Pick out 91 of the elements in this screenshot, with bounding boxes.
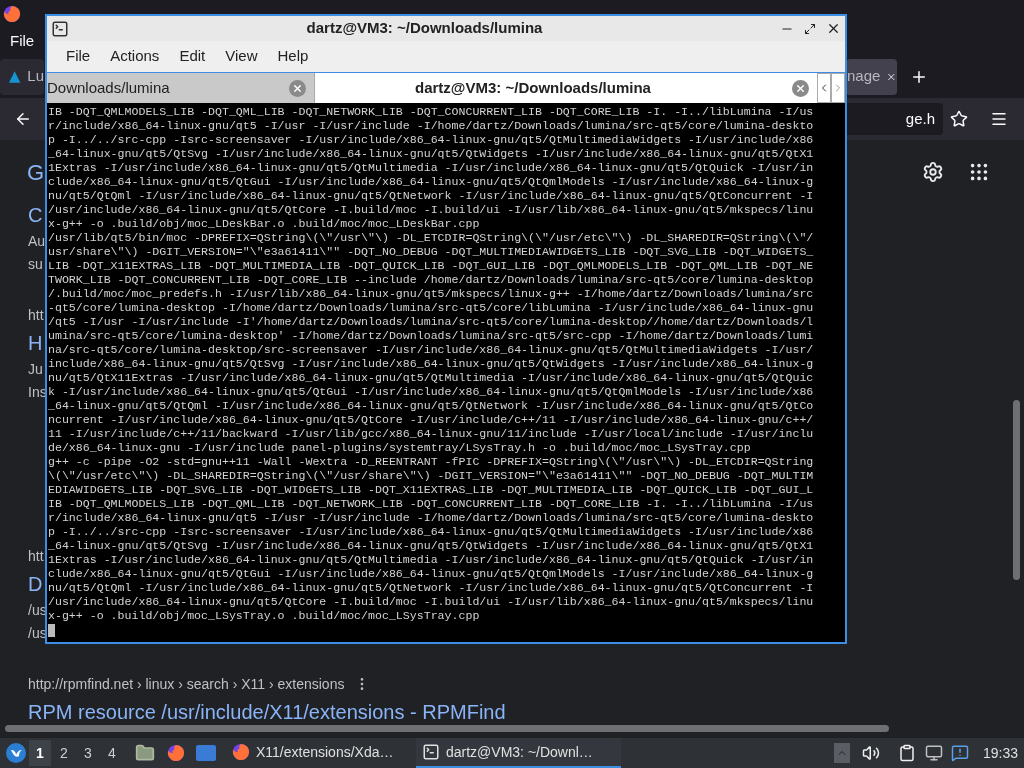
settings-icon[interactable] (922, 161, 944, 183)
terminal-line: TWORK_LIB -DQT_CONCURRENT_LIB -DQT_CORE_LIB --include /home/dartz/Downloads/lumina/src-qt5/core/lumina-desktop (48, 273, 814, 287)
terminal-line: na/src-qt5/core/lumina-desktop/src-screensaver -I/usr/include/x86_64-linux-gnu/qt5/QtMultimediaWidgets -I/usr/ (48, 343, 814, 357)
terminal-line: /usr/include/x86_64-linux-gnu/qt5/QtCore -I.build/moc -I.build/ui -I/usr/lib/x86_64-linux-gnu/qt5/mkspecs/linu (48, 203, 814, 217)
start-menu-icon[interactable] (5, 742, 27, 764)
terminal-line: \(\"/usr/etc\"\) -DL_SHAREDIR=QString\(\"/usr/share\"\) -DGIT_VERSION="\"e3a61411\"" -DQT_NO_DEBUG -DQT_MULTIM (48, 469, 814, 483)
result-title[interactable]: H (28, 329, 43, 357)
terminal-line: /.build/moc/moc_predefs.h -I/usr/lib/x86_64-linux-gnu/qt5/mkspecs/linux-g++ -I/home/dartz/Downloads/lumina/src (48, 287, 814, 301)
terminal-line: nu/qt5/QtQml -I/usr/include/x86_64-linux-gnu/qt5/QtNetwork -I/usr/include/x86_64-linux-gnu/qt5/QtConcurrent -I (48, 581, 814, 595)
terminal-line: p -I../../src-cpp -Isrc-screensaver -I/usr/include/x86_64-linux-gnu/qt5/QtMultimediaWidgets -I/usr/include/x86 (48, 525, 814, 539)
terminal-icon (422, 743, 440, 761)
taskbar-task[interactable]: X11/extensions/Xda… (226, 738, 416, 768)
menu-item[interactable]: Help (267, 45, 319, 68)
workspace-button[interactable]: 3 (77, 740, 99, 766)
terminal-tab[interactable]: Downloads/lumina (47, 73, 315, 103)
menu-item[interactable]: File (10, 30, 35, 53)
terminal-line: 1Extras -I/usr/include/x86_64-linux-gnu/qt5/QtMultimedia -I/usr/include/x86_64-linux-gnu/qt5/QtQuick -I/usr/in (48, 161, 814, 175)
terminal-line: include/x86_64-linux-gnu/qt5/QtSvg -I/usr/include/x86_64-linux-gnu/qt5/QtWidgets -I/usr/include/x86_64-linux-g (48, 357, 814, 371)
terminal-line: 1Extras -I/usr/include/x86_64-linux-gnu/qt5/QtMultimedia -I/usr/include/x86_64-linux-gnu/qt5/QtQuick -I/usr/in (48, 553, 814, 567)
close-tab-icon[interactable] (792, 79, 809, 97)
terminal-line: -qt5/core/lumina-desktop -I/home/dartz/Downloads/lumina/src-qt5/core/libLumina -I/usr/include/x86_64-linux-gnu (48, 301, 814, 315)
terminal-line: clude/x86_64-linux-gnu/qt5/QtGui -I/usr/include/x86_64-linux-gnu/qt5/QtQmlModels -I/usr/include/x86_64-linux-g (48, 175, 814, 189)
terminal-line: x-g++ -o .build/obj/moc_LSysTray.o .build/moc/moc_LSysTray.cpp (48, 609, 480, 623)
scroll-tabs-left-button[interactable] (817, 73, 831, 103)
horizontal-scrollbar-thumb[interactable] (5, 725, 889, 732)
terminal-line: clude/x86_64-linux-gnu/qt5/QtGui -I/usr/include/x86_64-linux-gnu/qt5/QtQmlModels -I/usr/include/x86_64-linux-g (48, 567, 814, 581)
triangle-logo-icon (8, 69, 22, 84)
terminal-icon (51, 19, 69, 38)
terminal-line: _64-linux-gnu/qt5/QtQml -I/usr/include/x86_64-linux-gnu/qt5/QtNetwork -I/usr/include/x86_64-linux-gnu/qt5/QtCo (48, 399, 814, 413)
terminal-line: umina/src-qt5/core/lumina-desktop' -I/home/dartz/Downloads/lumina/src-qt5/src-cpp -I/home/dartz/Downloads/lumi (48, 329, 814, 343)
terminal-line: r/include/x86_64-linux-gnu/qt5 -I/usr -I/usr/include -I/home/dartz/Downloads/lumina/src-qt5/core/lumina-deskto (48, 511, 814, 525)
result-title[interactable]: RPM resource /usr/include/X11/extensions - RPMFind (28, 698, 506, 726)
terminal-line: IB -DQT_QMLMODELS_LIB -DQT_QML_LIB -DQT_NETWORK_LIB -DQT_CONCURRENT_LIB -DQT_CORE_LIB -I. -I../libLumina -I/us (48, 497, 814, 511)
terminal-line: g++ -c -pipe -O2 -std=gnu++11 -Wall -Wextra -D_REENTRANT -fPIC -DPREFIX=QString\(\"/usr\"\) -DL_ETCDIR=QString (48, 455, 814, 469)
terminal-line: /usr/include/x86_64-linux-gnu/qt5/QtCore -I.build/moc -I.build/ui -I/usr/lib/x86_64-linux-gnu/qt5/mkspecs/linu (48, 595, 814, 609)
menu-item[interactable]: Actions (100, 45, 170, 68)
terminal-line: ncurrent -I/usr/include/x86_64-linux-gnu/qt5/QtCore -I/usr/include/c++/11 -I/usr/include/x86_64-linux-gnu/c++/ (48, 413, 814, 427)
terminal-line: _64-linux-gnu/qt5/QtSvg -I/usr/include/x86_64-linux-gnu/qt5/QtWidgets -I/usr/include/x86_64-linux-gnu/qt5/QtX1 (48, 147, 814, 161)
vertical-scrollbar-thumb[interactable] (1013, 400, 1020, 580)
terminal-line: /usr/lib/qt5/bin/moc -DPREFIX=QString\(\"/usr\"\) -DL_ETCDIR=QString\(\"/usr/etc\"\) -DL_SHAREDIR=QString\(\"/ (48, 231, 814, 245)
result-url[interactable]: htt (28, 545, 44, 567)
cursor (48, 624, 55, 637)
browser-logo-icon (3, 5, 21, 23)
maximize-icon[interactable] (804, 22, 816, 35)
bookmark-star-icon[interactable] (950, 110, 968, 128)
terminal-line: /qt5 -I/usr -I/usr/include -I'/home/dartz/Downloads/lumina/src-qt5/core/lumina-desktop//home/dartz/Downloads/l (48, 315, 814, 329)
menu-item[interactable]: File (56, 45, 101, 68)
workspace-button[interactable]: 4 (101, 740, 123, 766)
terminal-line: IB -DQT_QMLMODELS_LIB -DQT_QML_LIB -DQT_NETWORK_LIB -DQT_CONCURRENT_LIB -DQT_CORE_LIB -I. -I../libLumina -I/us (48, 105, 814, 119)
result-url[interactable]: htt (28, 304, 44, 326)
apps-grid-icon[interactable] (968, 161, 990, 183)
clipboard-icon[interactable] (897, 744, 916, 762)
terminal-line: r/include/x86_64-linux-gnu/qt5 -I/usr -I/usr/include -I/home/dartz/Downloads/lumina/src-qt5/core/lumina-deskto (48, 119, 814, 133)
close-icon[interactable] (826, 21, 841, 36)
volume-icon[interactable] (861, 744, 880, 762)
terminal-line: usr/share\"\) -DGIT_VERSION="\"e3a61411\"" -DQT_NO_DEBUG -DQT_MULTIMEDIAWIDGETS_LIB -DQT_SVG_LIB -DQT_WIDGETS_ (48, 245, 814, 259)
terminal-line: LIB -DQT_X11EXTRAS_LIB -DQT_MULTIMEDIA_LIB -DQT_QUICK_LIB -DQT_GUI_LIB -DQT_QMLMODELS_LIB -DQT_QML_LIB -DQT_NE (48, 259, 814, 273)
terminal-line: x-g++ -o .build/obj/moc_LDeskBar.o .build/moc/moc_LDeskBar.cpp (48, 217, 480, 231)
terminal-tab[interactable]: dartz@VM3: ~/Downloads/lumina (315, 73, 817, 103)
result-snippet: Ju (28, 360, 43, 379)
terminal-line: de/x86_64-linux-gnu -I/usr/include panel-plugins/systemtray/LSysTray.h -o .build/moc/moc_LSysTray.cpp (48, 441, 751, 455)
notification-icon[interactable] (950, 744, 969, 762)
terminal-line: 11 -I/usr/include/c++/11/backward -I/usr/lib/gcc/x86_64-linux-gnu/11/include -I/usr/local/include -I/usr/inclu (48, 427, 814, 441)
terminal-line: EDIAWIDGETS_LIB -DQT_SVG_LIB -DQT_WIDGETS_LIB -DQT_X11EXTRAS_LIB -DQT_MULTIMEDIA_LIB -DQT_QUICK_LIB -DQT_GUI_L (48, 483, 814, 497)
browser-icon (232, 743, 250, 761)
window-title: dartz@VM3: ~/Downloads/lumina (305, 18, 544, 39)
menu-item[interactable]: Edit (169, 45, 216, 68)
logo-text: G (27, 158, 45, 187)
browser-tab[interactable]: nage (846, 58, 897, 95)
workspace-button[interactable]: 2 (53, 740, 75, 766)
terminal-line: k -I/usr/include/x86_64-linux-gnu/qt5/QtGui -I/usr/include/x86_64-linux-gnu/qt5/QtQmlModels -I/usr/include/x86 (48, 385, 814, 399)
clock[interactable]: 19:33 (982, 742, 1018, 764)
browser-tab[interactable]: Lu (0, 58, 44, 95)
result-snippet: su (28, 255, 43, 274)
terminal-line: p -I../../src-cpp -Isrc-screensaver -I/usr/include/x86_64-linux-gnu/qt5/QtMultimediaWidgets -I/usr/include/x86 (48, 133, 814, 147)
result-title[interactable]: C (28, 201, 43, 229)
result-url[interactable]: http://rpmfind.net › linux › search › X11 › extensions (28, 673, 345, 695)
taskbar-task[interactable]: dartz@VM3: ~/Downl… (416, 738, 621, 768)
back-icon[interactable] (14, 110, 32, 128)
browser-launcher-icon (167, 744, 185, 762)
terminal-line: nu/qt5/QtX11Extras -I/usr/include/x86_64-linux-gnu/qt5/QtMultimedia -I/usr/include/x86_64-linux-gnu/qt5/QtQuic (48, 371, 814, 385)
folder-icon[interactable] (135, 743, 155, 763)
terminal-line: _64-linux-gnu/qt5/QtSvg -I/usr/include/x86_64-linux-gnu/qt5/QtWidgets -I/usr/include/x86_64-linux-gnu/qt5/QtX1 (48, 539, 814, 553)
menu-item[interactable]: View (215, 45, 268, 68)
result-title[interactable]: D (28, 570, 43, 598)
network-icon[interactable] (924, 744, 943, 762)
result-snippet: Au (28, 232, 46, 251)
menu-icon[interactable] (990, 110, 1008, 128)
terminal-line: nu/qt5/QtQml -I/usr/include/x86_64-linux-gnu/qt5/QtNetwork -I/usr/include/x86_64-linux-gnu/qt5/QtConcurrent -I (48, 189, 814, 203)
workspace-button[interactable]: 1 (29, 740, 51, 766)
close-tab-icon[interactable] (289, 79, 306, 97)
